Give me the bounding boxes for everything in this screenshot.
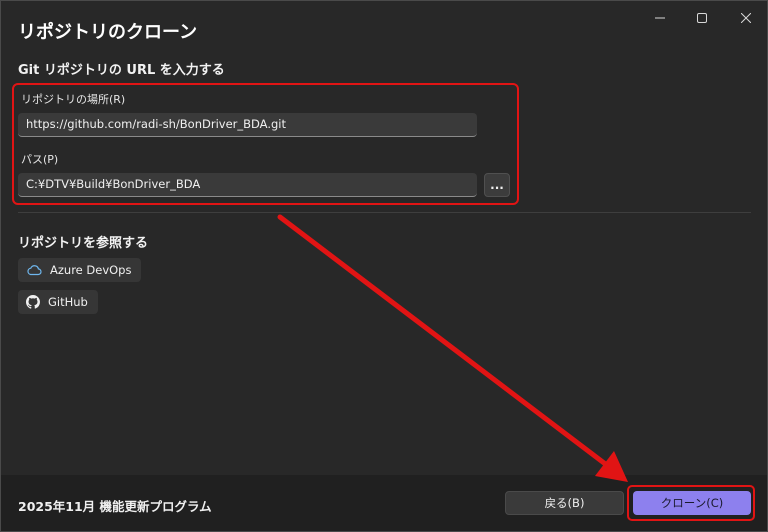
path-label: パス(P) [21,153,59,166]
browse-section-heading: リポジトリを参照する [18,236,149,251]
azure-devops-button[interactable]: Azure DevOps [18,258,142,282]
github-button[interactable]: GitHub [18,290,98,314]
path-input[interactable]: C:¥DTV¥Build¥BonDriver_BDA [18,173,477,197]
close-button[interactable] [731,9,761,27]
close-icon [741,13,751,23]
version-label: 2025年11月 機能更新プログラム [18,499,212,514]
cloud-icon [27,265,42,276]
browse-path-button[interactable]: ... [484,173,510,197]
azure-devops-label: Azure DevOps [50,263,132,277]
section-divider [18,212,751,213]
github-icon [26,295,40,309]
repository-location-input[interactable]: https://github.com/radi-sh/BonDriver_BDA… [18,113,477,137]
repository-location-label: リポジトリの場所(R) [21,93,126,106]
url-section-heading: Git リポジトリの URL を入力する [18,63,225,78]
window-title: リポジトリのクローン [18,22,198,43]
maximize-button[interactable] [687,9,717,27]
clone-button-highlight [627,485,755,521]
minimize-icon [655,17,665,19]
maximize-icon [697,13,707,23]
github-label: GitHub [48,295,88,309]
clone-repository-window: リポジトリのクローン Git リポジトリの URL を入力する リポジトリの場所… [0,0,768,532]
back-button[interactable]: 戻る(B) [505,491,624,515]
minimize-button[interactable] [645,9,675,27]
